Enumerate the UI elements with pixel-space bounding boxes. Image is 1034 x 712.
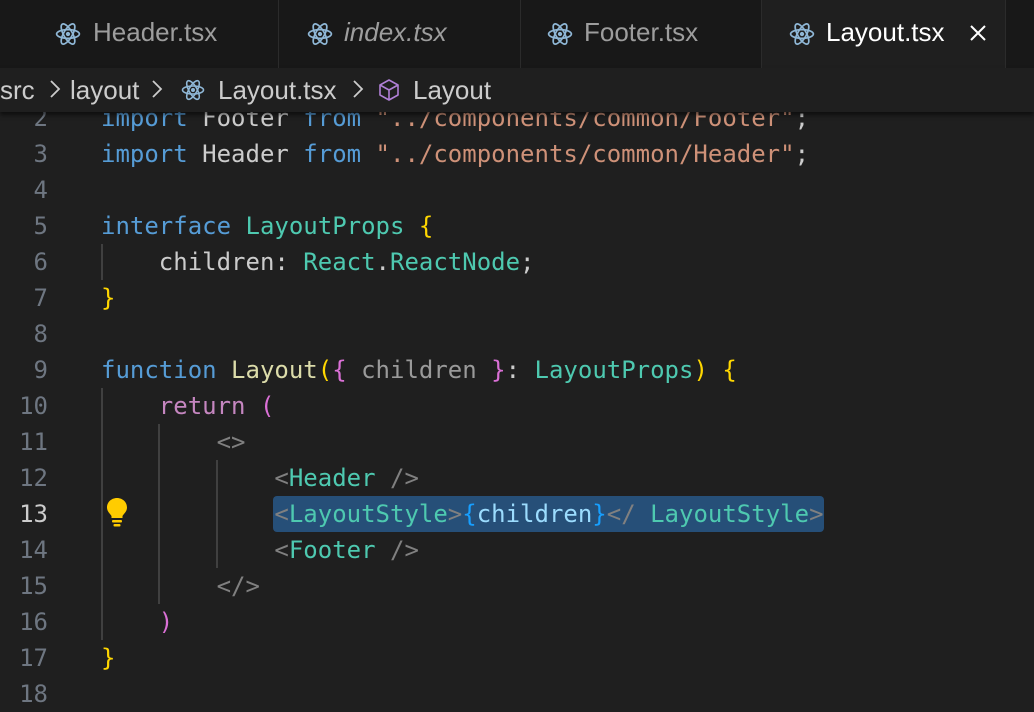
tab-header-tsx[interactable]: Header.tsx: [0, 0, 279, 68]
tab-bar: Header.tsx index.tsx Footer.tsx Layout.t…: [0, 0, 1034, 68]
line-code: }: [101, 644, 116, 672]
code-line: 6 children: React.ReactNode;: [0, 244, 1034, 280]
line-number: 8: [33, 320, 48, 348]
code-line: 16 ): [0, 604, 1034, 640]
line-number: 18: [19, 680, 48, 708]
tab-index-tsx[interactable]: index.tsx: [279, 0, 521, 68]
line-code: <Footer />: [274, 536, 419, 564]
line-number: 4: [33, 176, 48, 204]
code-line: 7 }: [0, 280, 1034, 316]
close-icon[interactable]: [967, 22, 989, 44]
code-line: 10 return (: [0, 388, 1034, 424]
react-icon: [789, 21, 815, 47]
code-line: 9 function Layout({ children }: LayoutPr…: [0, 352, 1034, 388]
chevron-right-icon: [351, 78, 365, 100]
line-number: 16: [19, 608, 48, 636]
tab-label: Layout.tsx: [826, 17, 945, 47]
line-number: 6: [33, 248, 48, 276]
line-number: 13: [19, 500, 48, 528]
code-line: 5 interface LayoutProps {: [0, 208, 1034, 244]
chevron-right-icon: [48, 78, 62, 100]
code-line: 12 <Header />: [0, 460, 1034, 496]
react-icon: [307, 21, 333, 47]
code-line: 13 <LayoutStyle>{children}</ LayoutStyle…: [0, 496, 1034, 532]
line-code: interface LayoutProps {: [101, 212, 434, 240]
breadcrumb-item-symbol[interactable]: Layout: [413, 75, 491, 106]
code-line: 18: [0, 676, 1034, 712]
line-number: 15: [19, 572, 48, 600]
line-code: return (: [158, 392, 275, 420]
line-code: function Layout({ children }: LayoutProp…: [101, 356, 737, 384]
tab-label: Header.tsx: [93, 17, 218, 47]
line-number: 12: [19, 464, 48, 492]
line-code: <LayoutStyle>{children}</ LayoutStyle>: [274, 500, 824, 528]
tab-label: Footer.tsx: [584, 17, 699, 47]
line-code: <Header />: [274, 464, 419, 492]
code-line: 17 }: [0, 640, 1034, 676]
react-icon: [547, 21, 573, 47]
line-number: 9: [33, 356, 48, 384]
chevron-right-icon: [150, 78, 164, 100]
line-number: 17: [19, 644, 48, 672]
line-number: 10: [19, 392, 48, 420]
code-line: 4: [0, 172, 1034, 208]
code-line: 8: [0, 316, 1034, 352]
tab-footer-tsx[interactable]: Footer.tsx: [521, 0, 762, 68]
line-number: 7: [33, 284, 48, 312]
line-code: import Header from "../components/common…: [101, 140, 810, 168]
code-line: 15 </>: [0, 568, 1034, 604]
line-code: ): [158, 608, 174, 636]
tab-layout-tsx[interactable]: Layout.tsx: [762, 0, 1006, 68]
line-number: 14: [19, 536, 48, 564]
line-number: 5: [33, 212, 48, 240]
tab-label: index.tsx: [344, 17, 447, 47]
line-code: </>: [216, 572, 260, 600]
breadcrumb-item-src[interactable]: src: [0, 75, 35, 106]
code-line: 3 import Header from "../components/comm…: [0, 136, 1034, 172]
line-number: 11: [19, 428, 48, 456]
line-code: <>: [216, 428, 246, 456]
line-code: children: React.ReactNode;: [101, 248, 535, 276]
code-line: 11 <>: [0, 424, 1034, 460]
react-icon: [181, 78, 205, 102]
react-icon: [55, 21, 81, 47]
breadcrumb-item-layout[interactable]: layout: [70, 75, 139, 106]
line-number: 3: [33, 140, 48, 168]
line-code: }: [101, 284, 116, 312]
code-editor[interactable]: 2 import Footer from "../components/comm…: [0, 100, 1034, 708]
breadcrumb-item-file[interactable]: Layout.tsx: [218, 75, 337, 106]
breadcrumb: src layout Layout.tsx Layout: [0, 68, 1034, 112]
cube-icon: [379, 79, 399, 101]
code-line: 14 <Footer />: [0, 532, 1034, 568]
